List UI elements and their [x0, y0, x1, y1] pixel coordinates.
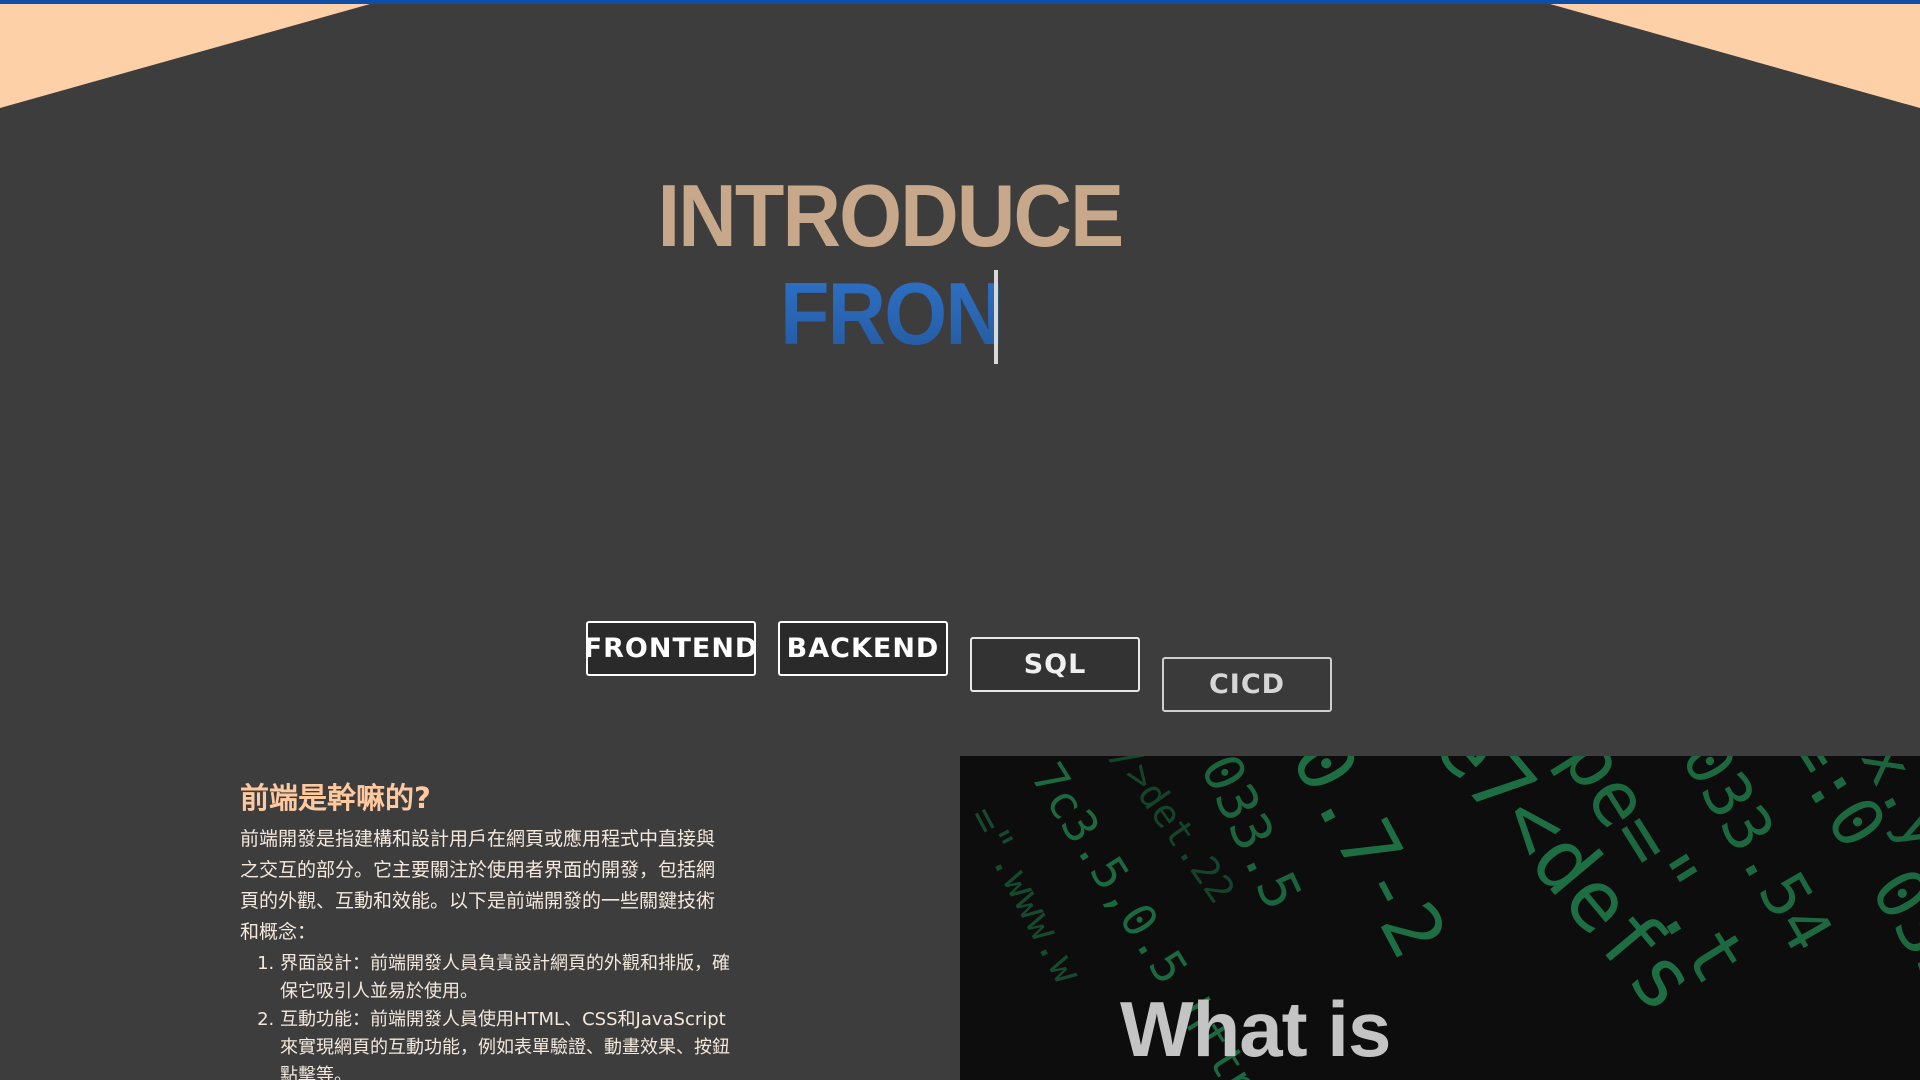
typed-word: FRON	[780, 264, 1004, 363]
article-heading: 前端是幹嘛的?	[240, 781, 431, 815]
article-intro: 前端開發是指建構和設計用戶在網頁或應用程式中直接與之交互的部分。它主要關注於使用…	[240, 828, 716, 943]
right-corner-decoration	[1550, 4, 1920, 108]
code-rain-image: 7c3.5,0.5 http =".www.w />det.22 033.5 0…	[960, 756, 1920, 1080]
page: INTRODUCE FRON FRONTEND BACKEND SQL CICD…	[0, 0, 1920, 1080]
tab-cicd-button[interactable]: CICD	[1162, 657, 1332, 712]
article-list-item: 界面設計：前端開發人員負責設計網頁的外觀和排版，確保它吸引人並易於使用。	[280, 950, 730, 1006]
left-corner-decoration	[0, 4, 370, 108]
code-rain-graphic: 7c3.5,0.5 http =".www.w />det.22 033.5 0…	[960, 756, 1920, 1080]
tab-sql-button[interactable]: SQL	[970, 637, 1140, 692]
article-list-item: 互動功能：前端開發人員使用HTML、CSS和JavaScript來實現網頁的互動…	[280, 1006, 730, 1080]
hero-title: INTRODUCE	[657, 166, 1125, 265]
media-caption: What is	[1120, 985, 1391, 1073]
tab-frontend-button[interactable]: FRONTEND	[584, 621, 757, 676]
frontend-article: 前端是幹嘛的? 前端開發是指建構和設計用戶在網頁或應用程式中直接與之交互的部分。…	[240, 778, 730, 1080]
tab-backend-button[interactable]: BACKEND	[778, 621, 948, 676]
hero-typed-text: FRON	[780, 268, 1021, 364]
article-list: 界面設計：前端開發人員負責設計網頁的外觀和排版，確保它吸引人並易於使用。 互動功…	[240, 950, 730, 1080]
typing-caret	[994, 270, 998, 364]
